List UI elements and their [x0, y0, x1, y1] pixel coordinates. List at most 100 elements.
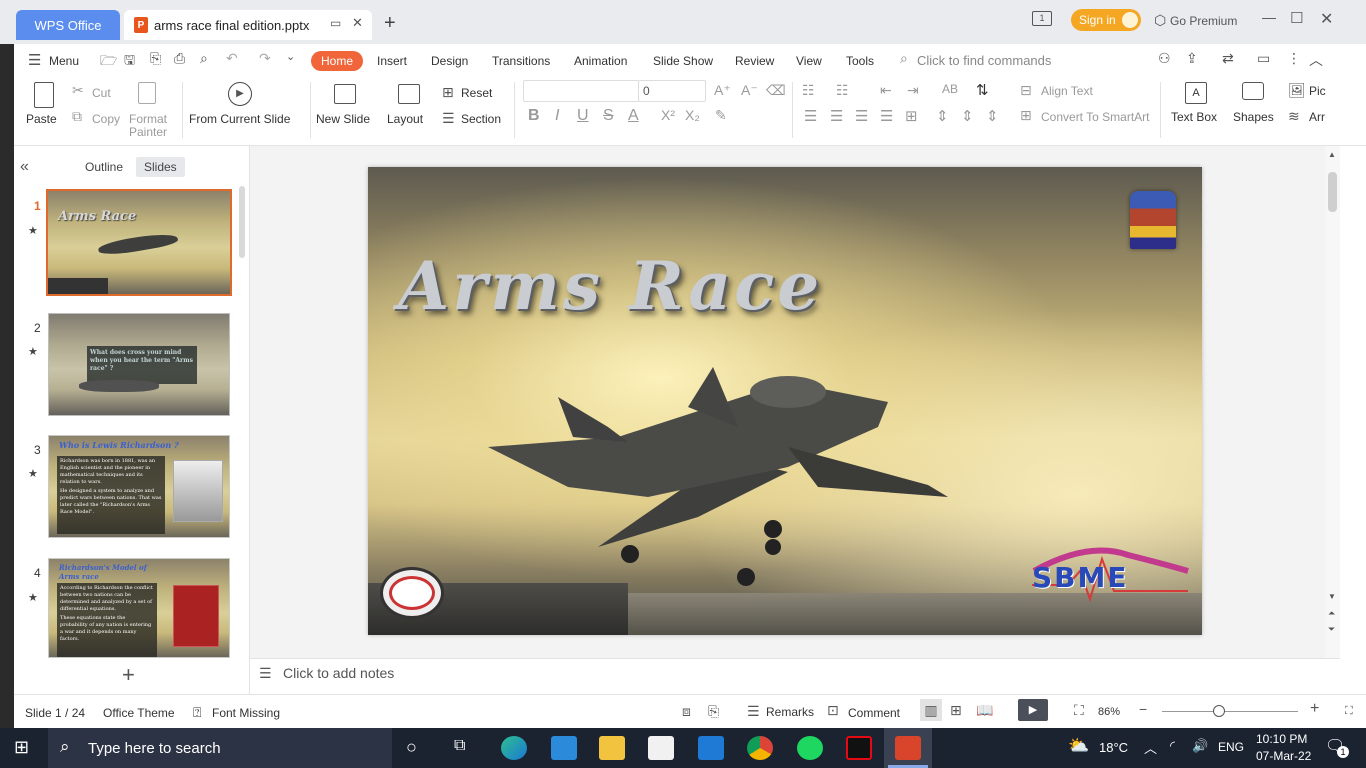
export-icon[interactable]: ⎘ [150, 50, 161, 67]
scroll-thumb[interactable] [1328, 172, 1337, 212]
next-slide-icon[interactable]: ⏷ [1328, 624, 1335, 635]
tab-wps-office[interactable]: WPS Office [16, 10, 120, 40]
zoom-out-icon[interactable]: − [1139, 701, 1147, 717]
close-tab-icon[interactable]: ✕ [352, 15, 363, 31]
increase-font-icon[interactable]: A⁺ [714, 82, 731, 99]
file-explorer-icon[interactable] [599, 736, 625, 760]
arrange-button[interactable]: Arr [1309, 110, 1325, 124]
align-left-icon[interactable]: ☰ [804, 107, 817, 125]
clock-date[interactable]: 07-Mar-22 [1256, 749, 1311, 763]
print-icon[interactable]: ⎙ [174, 50, 185, 67]
italic-icon[interactable]: I [555, 107, 559, 125]
undo-icon[interactable]: ↶ [226, 50, 238, 67]
align-text-icon[interactable]: ⊟ [1020, 82, 1032, 99]
paragraph-spacing-icon[interactable]: ⇕ [961, 107, 974, 125]
convert-smartart-button[interactable]: Convert To SmartArt [1041, 110, 1149, 124]
zoom-in-icon[interactable]: + [1310, 700, 1319, 718]
tab-view[interactable]: View [796, 51, 822, 71]
cut-icon[interactable]: ✂ [72, 82, 84, 99]
netflix-icon[interactable] [846, 736, 872, 760]
format-painter-label-1[interactable]: Format [129, 112, 167, 126]
shapes-icon[interactable] [1242, 82, 1264, 100]
close-window-icon[interactable]: ✕ [1320, 9, 1333, 29]
justify-icon[interactable]: ☰ [880, 107, 893, 125]
new-tab-icon[interactable]: + [384, 12, 396, 35]
align-center-icon[interactable]: ☰ [830, 107, 843, 125]
copy-icon[interactable]: ⧉ [72, 108, 82, 125]
comment-button[interactable]: Comment [848, 706, 900, 720]
store-icon[interactable] [648, 736, 674, 760]
export-pdf-icon[interactable]: ⎘ [708, 703, 719, 720]
reading-view-icon[interactable]: 📖 [976, 702, 993, 719]
smartart-icon[interactable]: ⊞ [1020, 107, 1032, 124]
increase-indent-icon[interactable]: ⇥ [907, 82, 919, 99]
subscript-icon[interactable]: X₂ [685, 107, 700, 123]
wps-app-icon[interactable] [895, 736, 921, 760]
new-slide-button[interactable]: New Slide [316, 112, 370, 126]
slide-thumbnail-3[interactable]: Who is Lewis Richardson ? Richardson was… [48, 435, 230, 538]
font-missing-button[interactable]: Font Missing [212, 706, 280, 720]
sign-in-button[interactable]: Sign in [1071, 9, 1141, 31]
text-box-icon[interactable]: A [1185, 82, 1207, 104]
slide-thumbnail-4[interactable]: Richardson's Model of Arms race Accordin… [48, 558, 230, 658]
underline-icon[interactable]: U [577, 107, 589, 125]
current-slide[interactable]: Arms Race SBME [368, 167, 1202, 635]
tab-tools[interactable]: Tools [846, 51, 874, 71]
normal-view-icon[interactable]: ▥ [920, 699, 942, 721]
customize-dropdown-icon[interactable]: ⌄ [286, 50, 295, 63]
mail-icon[interactable] [698, 736, 724, 760]
font-color-icon[interactable]: A [628, 107, 639, 125]
prev-slide-icon[interactable]: ⏶ [1328, 608, 1335, 619]
comment-icon[interactable]: ⊡ [827, 702, 839, 719]
go-premium-link[interactable]: Go Premium [1170, 14, 1237, 28]
strikethrough-icon[interactable]: S [603, 107, 614, 125]
start-icon[interactable]: ⊞ [14, 737, 29, 758]
play-from-current-icon[interactable]: ▶ [228, 82, 252, 106]
print-preview-icon[interactable]: ⌕ [200, 50, 208, 67]
command-search[interactable]: Click to find commands [917, 51, 1051, 71]
backup-icon[interactable]: ⧈ [682, 703, 691, 720]
font-name-select[interactable] [523, 80, 639, 102]
notes-pane[interactable]: ☰ Click to add notes [250, 658, 1340, 694]
save-icon[interactable]: 🖫 [124, 51, 135, 73]
arrange-icon[interactable]: ≋ [1288, 108, 1300, 125]
volume-icon[interactable]: 🔊 [1192, 738, 1208, 754]
notes-placeholder[interactable]: Click to add notes [283, 665, 394, 681]
layout-button[interactable]: Layout [387, 112, 423, 126]
tab-outline[interactable]: Outline [77, 157, 131, 177]
cut-button[interactable]: Cut [92, 86, 111, 100]
comment-panel-icon[interactable]: ▭ [1257, 50, 1270, 67]
decrease-indent-icon[interactable]: ⇤ [880, 82, 892, 99]
shapes-button[interactable]: Shapes [1233, 110, 1274, 124]
remarks-icon[interactable]: ☰ [747, 703, 760, 720]
superscript-icon[interactable]: X² [661, 107, 675, 123]
clock-time[interactable]: 10:10 PM [1256, 732, 1307, 746]
wifi-icon[interactable]: ◜ [1170, 738, 1175, 754]
picture-icon[interactable]: 🖼 [1288, 82, 1306, 99]
edge-icon[interactable] [501, 736, 527, 760]
font-size-select[interactable]: 0 [638, 80, 706, 102]
reset-button[interactable]: Reset [461, 86, 492, 100]
scroll-down-icon[interactable]: ▼ [1328, 592, 1336, 601]
canvas-scrollbar[interactable]: ▲ ▼ ⏶ ⏷ [1325, 146, 1340, 658]
fit-window-icon[interactable]: ⛶ [1074, 702, 1084, 719]
text-direction-icon[interactable]: AB [942, 82, 958, 96]
copy-button[interactable]: Copy [92, 112, 120, 126]
maximize-icon[interactable]: ☐ [1290, 9, 1303, 27]
panel-scrollbar[interactable] [239, 186, 245, 258]
scroll-up-icon[interactable]: ▲ [1328, 150, 1336, 159]
redo-icon[interactable]: ↷ [259, 50, 271, 67]
zoom-slider[interactable] [1162, 711, 1298, 712]
slide-sorter-icon[interactable]: ⊞ [950, 702, 962, 719]
paste-icon[interactable] [34, 82, 54, 108]
bold-icon[interactable]: B [528, 107, 540, 125]
slide-thumbnail-1[interactable]: Arms Race [46, 189, 232, 296]
picture-button[interactable]: Pic [1309, 84, 1326, 98]
share-user-icon[interactable]: ⚇ [1158, 50, 1171, 67]
tab-insert[interactable]: Insert [377, 51, 407, 71]
vscode-icon[interactable] [551, 736, 577, 760]
cortana-icon[interactable]: ○ [406, 737, 417, 758]
spotify-icon[interactable] [797, 736, 823, 760]
weather-icon[interactable]: ⛅ [1068, 736, 1089, 756]
tab-animation[interactable]: Animation [574, 51, 627, 71]
